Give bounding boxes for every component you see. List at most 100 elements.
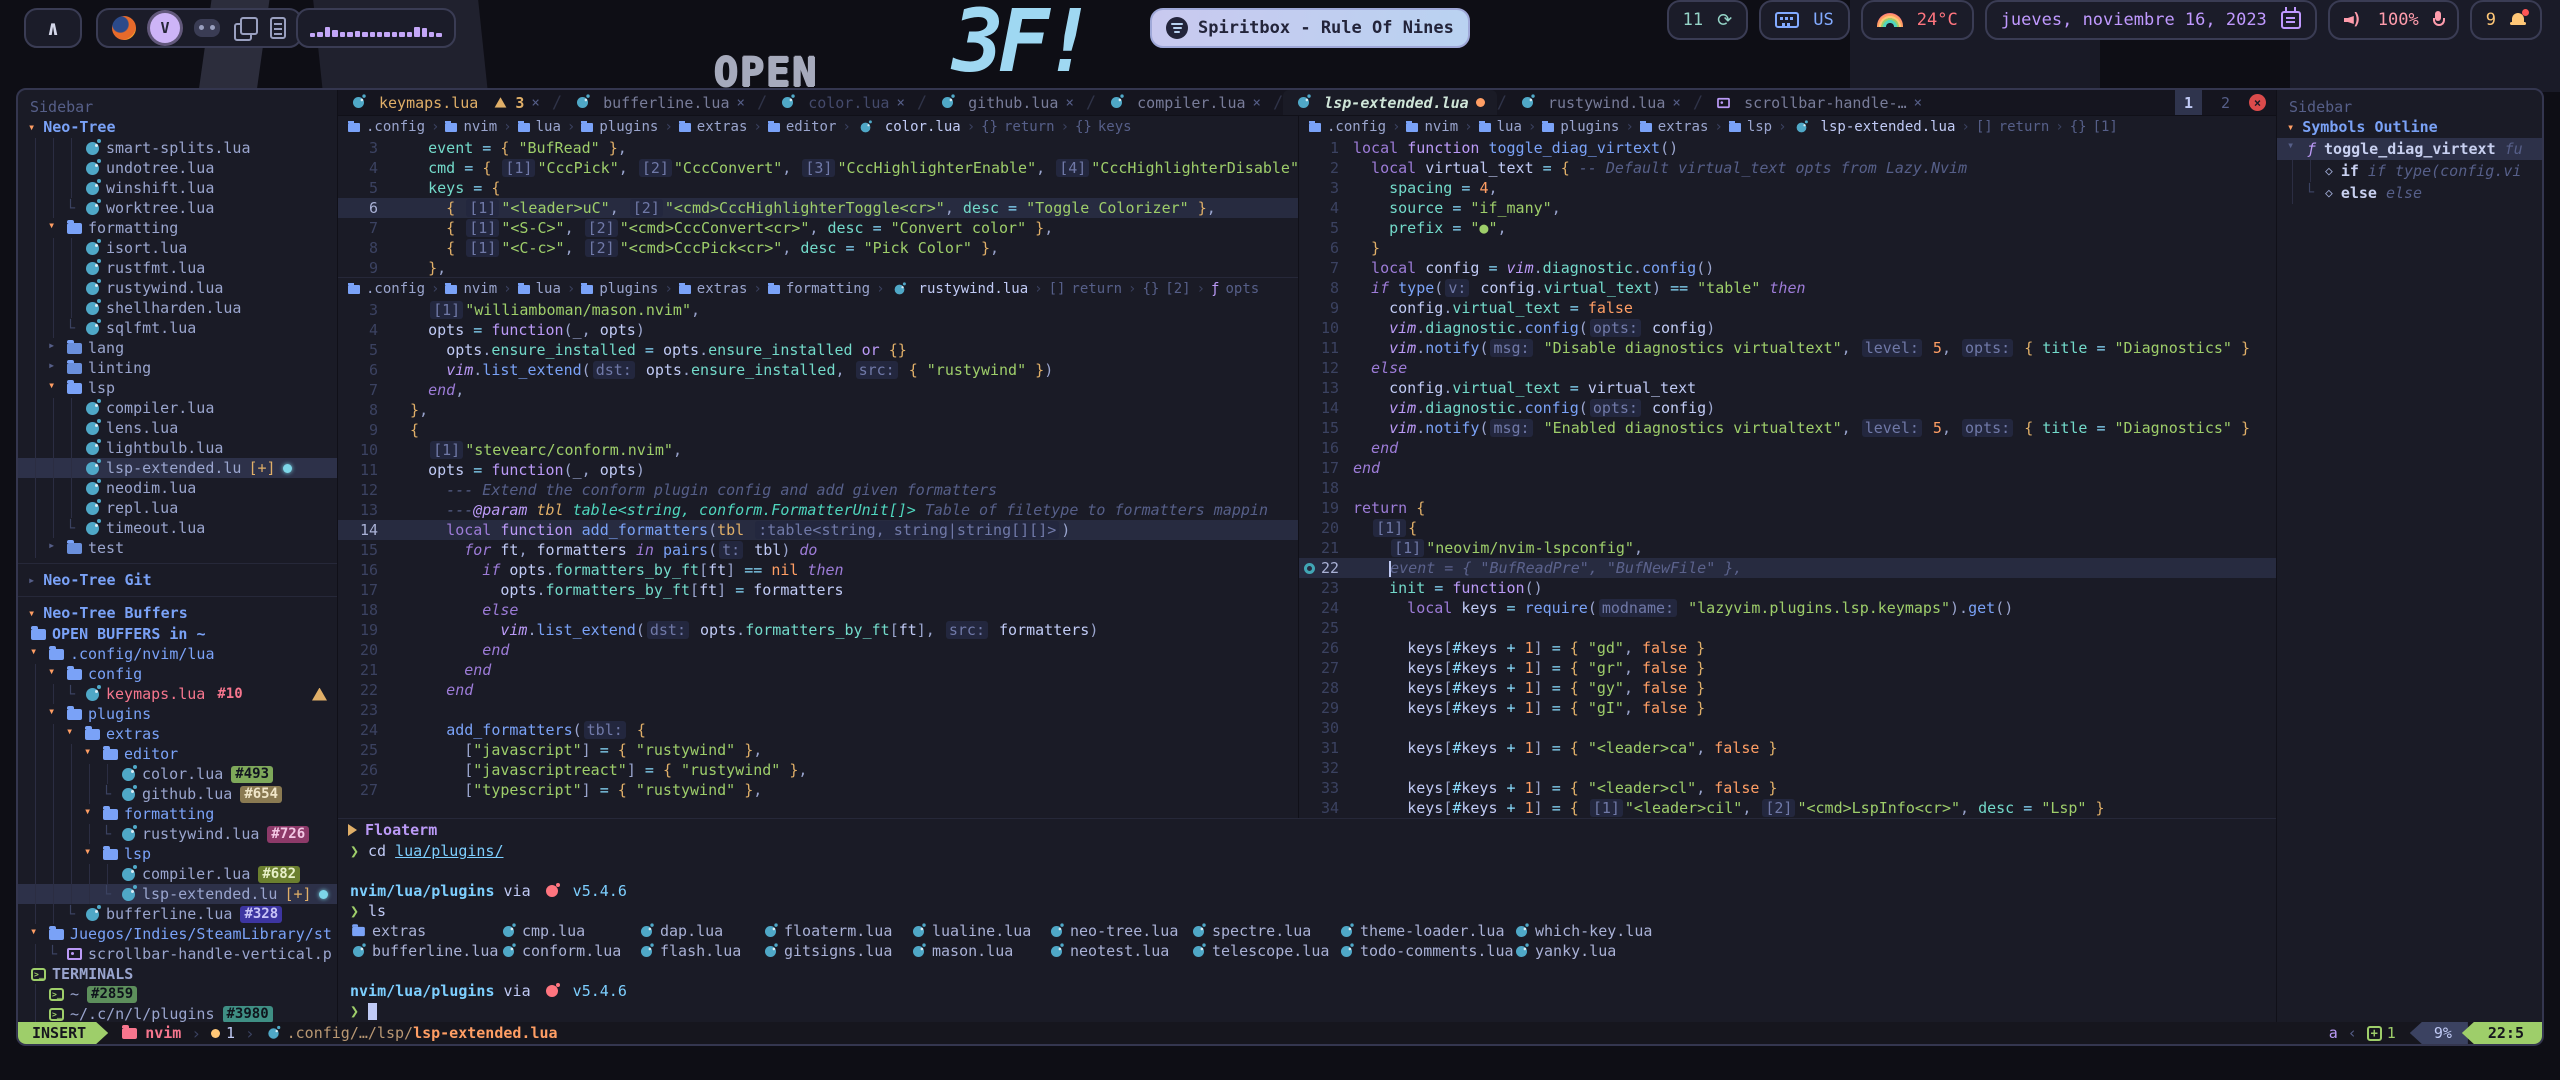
code-line[interactable]: 6 } [1299, 238, 2276, 258]
code-line[interactable]: 24 add_formatters(tbl: { [338, 720, 1298, 740]
code-line[interactable]: 2 local virtual_text = { -- Default virt… [1299, 158, 2276, 178]
tab-scrollbar-handle-[interactable]: scrollbar-handle-…× [1703, 90, 1934, 115]
code-line[interactable]: 22 end [338, 680, 1298, 700]
tree-row[interactable]: └rustywind.lua#726 [18, 824, 337, 844]
audio-widget[interactable]: 100% [2328, 0, 2459, 40]
tab-page-1[interactable]: 1 [2175, 90, 2202, 115]
code-line[interactable]: 6 vim.list_extend(dst: opts.ensure_insta… [338, 360, 1298, 380]
code-line[interactable]: 3 [1]"williamboman/mason.nvim", [338, 300, 1298, 320]
code-line[interactable]: 10 vim.diagnostic.config(opts: config) [1299, 318, 2276, 338]
symbols-outline-header[interactable]: ▾Symbols Outline [2277, 116, 2542, 138]
outline-item[interactable]: └◇elseelse [2277, 182, 2542, 204]
notes-icon[interactable] [270, 17, 286, 39]
tree-row[interactable]: ~/.c/n/l/plugins#3980 [18, 1004, 337, 1022]
tree-row[interactable]: compiler.lua#682 [18, 864, 337, 884]
code-line[interactable]: 31 keys[#keys + 1] = { "<leader>ca", fal… [1299, 738, 2276, 758]
tree-row[interactable]: ▸lang [18, 338, 337, 358]
tree-row[interactable]: └keymaps.lua#10 [18, 684, 337, 704]
tree-row[interactable]: rustywind.lua [18, 278, 337, 298]
neo-tree-section-header[interactable]: ▾Neo-Tree [18, 116, 337, 138]
tab-page-2[interactable]: 2 [2212, 90, 2239, 115]
code-line[interactable]: 21 [1]"neovim/nvim-lspconfig", [1299, 538, 2276, 558]
code-line[interactable]: 5 keys = { [338, 178, 1298, 198]
tree-row[interactable]: ▾formatting [18, 804, 337, 824]
tab-lsp-extended-lua[interactable]: lsp-extended.lua [1283, 90, 1497, 115]
tree-row[interactable]: lsp-extended.lu[+] [18, 458, 337, 478]
tree-row[interactable]: └scrollbar-handle-vertical.p [18, 944, 337, 964]
code-line[interactable]: 15 for ft, formatters in pairs(t: tbl) d… [338, 540, 1298, 560]
code-line[interactable]: 25 [1299, 618, 2276, 638]
tab-rustywind-lua[interactable]: rustywind.lua× [1507, 90, 1693, 115]
code-line[interactable]: 24 local keys = require(modname: "lazyvi… [1299, 598, 2276, 618]
gamepad-icon[interactable] [194, 19, 220, 37]
vivaldi-icon[interactable]: V [150, 13, 180, 43]
code-line[interactable]: 8 { [1]"<C-c>", [2]"<cmd>CccPick<cr>", d… [338, 238, 1298, 258]
neo-tree-section-header[interactable]: ▸Neo-Tree Git [18, 569, 337, 591]
code-line[interactable]: 14 local function add_formatters(tbl :ta… [338, 520, 1298, 540]
tree-row[interactable]: ▸linting [18, 358, 337, 378]
tree-row[interactable]: compiler.lua [18, 398, 337, 418]
code-line[interactable]: 19return { [1299, 498, 2276, 518]
code-line[interactable]: 18 [1299, 478, 2276, 498]
tab-keymaps-lua[interactable]: keymaps.lua3× [338, 90, 552, 115]
neo-tree-section-header[interactable]: ▾Neo-Tree Buffers [18, 602, 337, 624]
code-line[interactable]: 18 else [338, 600, 1298, 620]
code-line[interactable]: 23 init = function() [1299, 578, 2276, 598]
tree-row[interactable]: OPEN BUFFERS in ~ [18, 624, 337, 644]
code-line[interactable]: 22 event = { "BufReadPre", "BufNewFile" … [1299, 558, 2276, 578]
now-playing-widget[interactable]: Spiritbox - Rule Of Nines [1150, 8, 1470, 48]
code-line[interactable]: 26 keys[#keys + 1] = { "gd", false } [1299, 638, 2276, 658]
tree-row[interactable]: └lsp-extended.lu[+] [18, 884, 337, 904]
code-line[interactable]: 13 ---@param tbl table<string, conform.F… [338, 500, 1298, 520]
tree-row[interactable]: ▾.config/nvim/lua [18, 644, 337, 664]
tree-row[interactable]: shellharden.lua [18, 298, 337, 318]
code-line[interactable]: 21 end [338, 660, 1298, 680]
code-line[interactable]: 7 local config = vim.diagnostic.config() [1299, 258, 2276, 278]
code-line[interactable]: 16 if opts.formatters_by_ft[ft] == nil t… [338, 560, 1298, 580]
clock-widget[interactable]: jueves, noviembre 16, 2023 [1985, 0, 2317, 40]
firefox-icon[interactable] [112, 16, 136, 40]
code-line[interactable]: 27 ["typescript"] = { "rustywind" }, [338, 780, 1298, 800]
code-line[interactable]: 9 { [338, 420, 1298, 440]
keyboard-layout-widget[interactable]: US [1759, 0, 1849, 40]
code-line[interactable]: 10 [1]"stevearc/conform.nvim", [338, 440, 1298, 460]
tree-row[interactable]: isort.lua [18, 238, 337, 258]
code-line[interactable]: 28 keys[#keys + 1] = { "gy", false } [1299, 678, 2276, 698]
tab-close-icon[interactable]: × [896, 95, 904, 111]
tab-close-icon[interactable]: × [531, 95, 539, 111]
tab-color-lua[interactable]: color.lua× [767, 90, 917, 115]
outline-item[interactable]: ▾ƒtoggle_diag_virtextfu [2277, 138, 2542, 160]
code-line[interactable]: 8 if type(v: config.virtual_text) == "ta… [1299, 278, 2276, 298]
code-line[interactable]: 27 keys[#keys + 1] = { "gr", false } [1299, 658, 2276, 678]
tab-close-icon[interactable]: × [1914, 95, 1922, 111]
notifications-widget[interactable]: 9 [2470, 0, 2542, 40]
code-line[interactable]: 32 [1299, 758, 2276, 778]
code-line[interactable]: 11 opts = function(_, opts) [338, 460, 1298, 480]
code-line[interactable]: 7 { [1]"<S-C>", [2]"<cmd>CccConvert<cr>"… [338, 218, 1298, 238]
code-line[interactable]: 29 keys[#keys + 1] = { "gI", false } [1299, 698, 2276, 718]
tree-row[interactable]: TERMINALS [18, 964, 337, 984]
weather-widget[interactable]: 24°C [1861, 0, 1974, 40]
code-line[interactable]: 30 [1299, 718, 2276, 738]
code-line[interactable]: 7 end, [338, 380, 1298, 400]
tree-row[interactable]: ▾formatting [18, 218, 337, 238]
code-line[interactable]: 8 }, [338, 400, 1298, 420]
code-line[interactable]: 25 ["javascript"] = { "rustywind" }, [338, 740, 1298, 760]
close-all-button[interactable]: × [2249, 94, 2266, 111]
code-line[interactable]: 12 else [1299, 358, 2276, 378]
tree-row[interactable]: ▾config [18, 664, 337, 684]
code-line[interactable]: 3 event = { "BufRead" }, [338, 138, 1298, 158]
tree-row[interactable]: lightbulb.lua [18, 438, 337, 458]
code-line[interactable]: 13 config.virtual_text = virtual_text [1299, 378, 2276, 398]
tree-row[interactable]: ▾lsp [18, 378, 337, 398]
code-line[interactable]: 4 opts = function(_, opts) [338, 320, 1298, 340]
tab-compiler-lua[interactable]: compiler.lua× [1096, 90, 1273, 115]
tree-row[interactable]: rustfmt.lua [18, 258, 337, 278]
tab-close-icon[interactable]: × [737, 95, 745, 111]
updates-widget[interactable]: 11⟳ [1667, 0, 1749, 40]
tree-row[interactable]: ▾editor [18, 744, 337, 764]
tab-github-lua[interactable]: github.lua× [927, 90, 1086, 115]
code-line[interactable]: 26 ["javascriptreact"] = { "rustywind" }… [338, 760, 1298, 780]
tab-close-icon[interactable]: × [1065, 95, 1073, 111]
tree-row[interactable]: undotree.lua [18, 158, 337, 178]
